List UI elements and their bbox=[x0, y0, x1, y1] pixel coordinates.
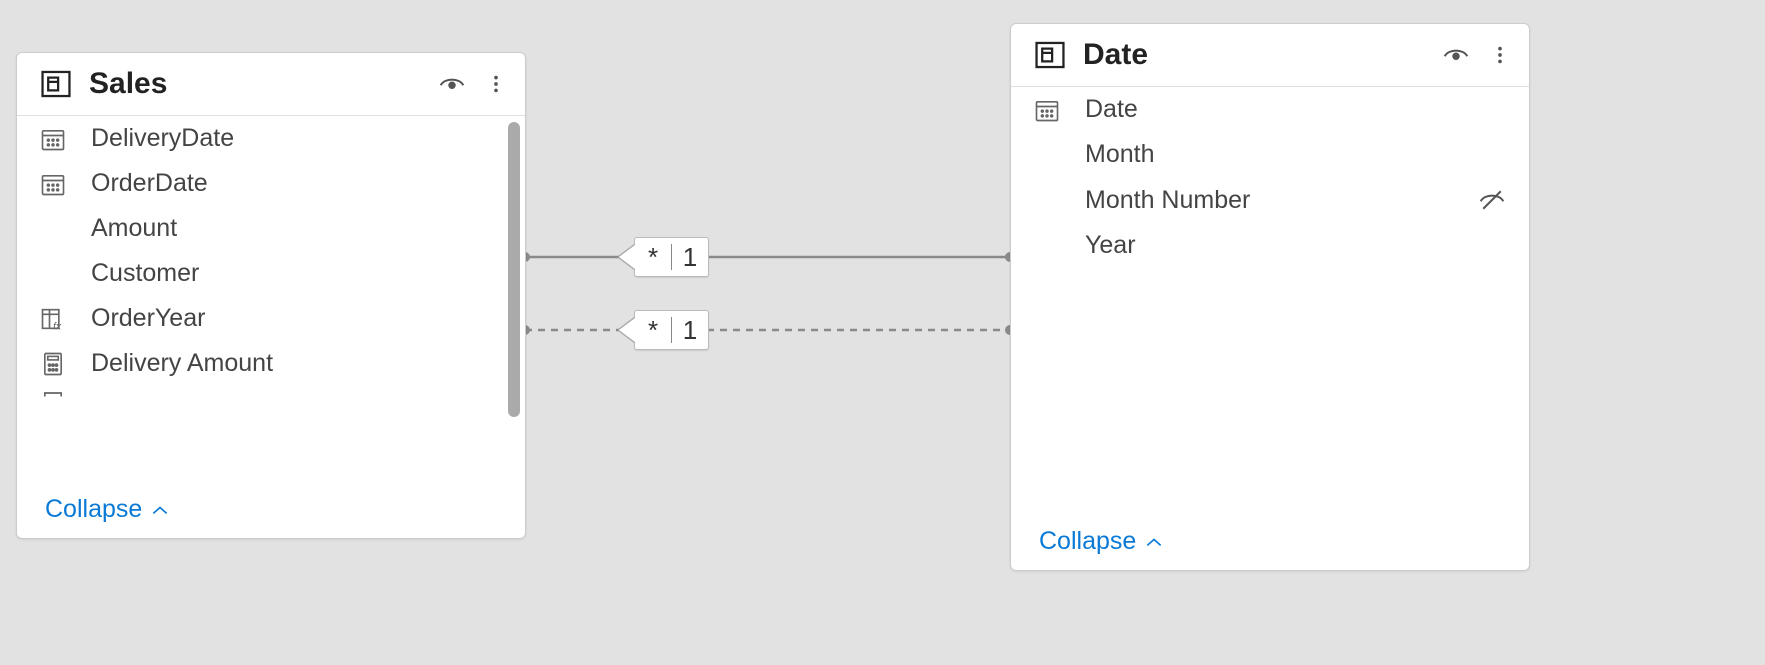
table-icon bbox=[39, 67, 73, 101]
table-card-date[interactable]: Date bbox=[1010, 23, 1530, 571]
measure-icon bbox=[39, 350, 75, 378]
card-footer: Collapse bbox=[1011, 517, 1529, 570]
more-options-icon[interactable] bbox=[1489, 40, 1511, 70]
chevron-up-icon bbox=[150, 503, 170, 517]
table-title: Sales bbox=[89, 67, 437, 101]
field-row[interactable]: OrderDate bbox=[17, 161, 525, 206]
field-row[interactable]: DeliveryDate bbox=[17, 116, 525, 161]
collapse-button[interactable]: Collapse bbox=[1039, 527, 1164, 556]
visibility-icon[interactable] bbox=[1441, 40, 1471, 70]
filter-direction-arrow-icon bbox=[619, 245, 635, 269]
collapse-label: Collapse bbox=[45, 495, 142, 524]
visibility-icon[interactable] bbox=[437, 69, 467, 99]
table-header: Sales bbox=[17, 53, 525, 116]
relationship-cardinality-inactive[interactable]: * 1 bbox=[634, 310, 709, 350]
field-row-overflow bbox=[17, 386, 525, 400]
field-name: Month bbox=[1085, 140, 1507, 169]
relationship-cardinality-active[interactable]: * 1 bbox=[634, 237, 709, 277]
field-name: DeliveryDate bbox=[91, 124, 503, 153]
more-options-icon[interactable] bbox=[485, 69, 507, 99]
collapse-button[interactable]: Collapse bbox=[45, 495, 170, 524]
field-row[interactable]: Amount bbox=[17, 206, 525, 251]
field-row[interactable]: Month Number bbox=[1011, 177, 1529, 223]
card-footer: Collapse bbox=[17, 485, 525, 538]
field-name: OrderYear bbox=[91, 304, 503, 333]
field-row[interactable]: Month bbox=[1011, 132, 1529, 177]
field-name: Month Number bbox=[1085, 186, 1477, 215]
field-name: Amount bbox=[91, 214, 503, 243]
field-name: Delivery Amount bbox=[91, 349, 503, 378]
field-row[interactable]: Year bbox=[1011, 223, 1529, 268]
field-name: Customer bbox=[91, 259, 503, 288]
scrollbar[interactable] bbox=[508, 122, 520, 417]
table-card-sales[interactable]: Sales bbox=[16, 52, 526, 539]
field-row[interactable]: Delivery Amount bbox=[17, 341, 525, 386]
filter-direction-arrow-icon bbox=[619, 318, 635, 342]
table-title: Date bbox=[1083, 38, 1441, 72]
svg-text:fx: fx bbox=[53, 320, 62, 332]
field-name: Date bbox=[1085, 95, 1507, 124]
cardinality-one: 1 bbox=[672, 315, 708, 346]
chevron-up-icon bbox=[1144, 535, 1164, 549]
field-hidden-icon bbox=[1477, 185, 1507, 215]
field-name: OrderDate bbox=[91, 169, 503, 198]
field-list: Date Month Month Number Year bbox=[1011, 87, 1529, 517]
field-list: DeliveryDate OrderDate Amount Customer bbox=[17, 116, 525, 485]
calendar-icon bbox=[39, 125, 75, 153]
calculated-column-icon: fx bbox=[39, 305, 75, 333]
table-icon bbox=[1033, 38, 1067, 72]
field-row[interactable]: fx OrderYear bbox=[17, 296, 525, 341]
field-name: Year bbox=[1085, 231, 1507, 260]
calendar-icon bbox=[1033, 96, 1069, 124]
field-row[interactable]: Customer bbox=[17, 251, 525, 296]
calendar-icon bbox=[39, 170, 75, 198]
cardinality-one: 1 bbox=[672, 242, 708, 273]
table-header: Date bbox=[1011, 24, 1529, 87]
cardinality-many: * bbox=[635, 242, 671, 273]
field-row[interactable]: Date bbox=[1011, 87, 1529, 132]
collapse-label: Collapse bbox=[1039, 527, 1136, 556]
cardinality-many: * bbox=[635, 315, 671, 346]
measure-icon bbox=[39, 388, 75, 398]
